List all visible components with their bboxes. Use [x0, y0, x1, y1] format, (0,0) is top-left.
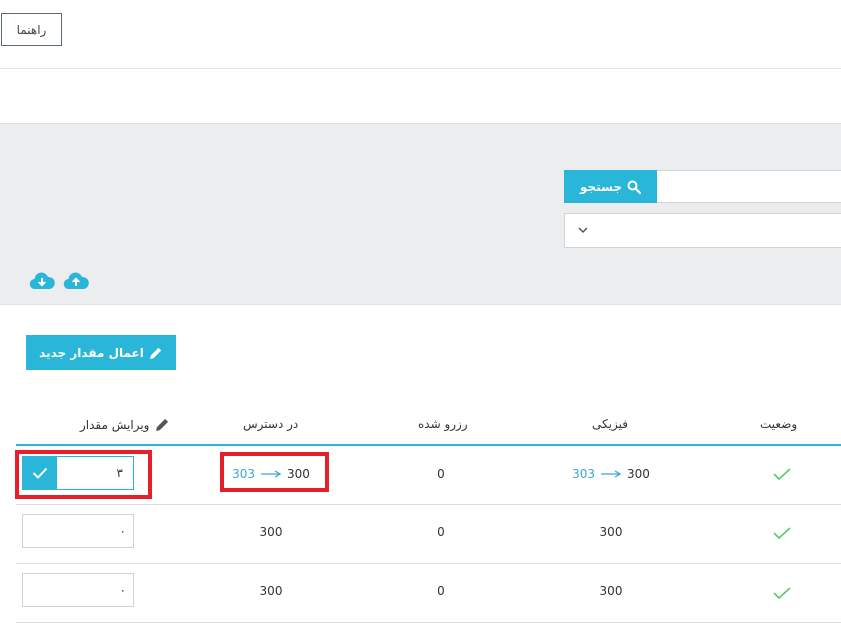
pencil-icon: [149, 347, 162, 359]
top-divider: [0, 68, 841, 69]
cloud-upload-icon[interactable]: [63, 272, 89, 290]
check-icon: [773, 527, 791, 540]
cloud-download-icon[interactable]: [29, 272, 55, 290]
physical-value: 300: [599, 525, 623, 539]
quantity-input[interactable]: [23, 574, 133, 606]
check-icon: [773, 587, 791, 600]
header-available: در دسترس: [243, 417, 299, 431]
filter-select[interactable]: [564, 213, 841, 248]
highlight-box: [15, 450, 152, 499]
search-icon: [627, 180, 641, 194]
physical-old-value: 300: [627, 467, 650, 481]
header-reserved: رزرو شده: [418, 417, 468, 431]
physical-change: 303 300: [572, 467, 650, 481]
quantity-input[interactable]: [23, 515, 133, 547]
quantity-editor: [22, 514, 134, 548]
search-button[interactable]: جستجو: [564, 170, 657, 203]
arrow-right-icon: [601, 470, 622, 478]
header-status: وضعیت: [760, 417, 798, 431]
row-divider: [16, 504, 841, 505]
check-icon: [773, 468, 791, 481]
physical-value: 300: [599, 584, 623, 598]
available-value: 300: [259, 525, 283, 539]
search-button-label: جستجو: [580, 179, 622, 194]
search-input[interactable]: [657, 170, 841, 203]
filter-panel: جستجو: [0, 123, 841, 305]
table-header-divider: [16, 444, 841, 446]
reserved-value: 0: [437, 584, 445, 598]
reserved-value: 0: [437, 525, 445, 539]
apply-new-value-label: اعمال مقدار جدید: [39, 345, 144, 360]
available-value: 300: [259, 584, 283, 598]
highlight-box: [220, 452, 329, 492]
quantity-editor: [22, 573, 134, 607]
reserved-value: 0: [437, 467, 445, 481]
header-physical: فیزیکی: [592, 417, 628, 431]
row-divider: [16, 622, 841, 623]
help-button[interactable]: راهنما: [1, 13, 62, 46]
pencil-icon: [156, 418, 169, 431]
header-edit-quantity-label: ویرایش مقدار: [80, 417, 150, 432]
physical-new-value: 303: [572, 467, 595, 481]
row-divider: [16, 563, 841, 564]
apply-new-value-button[interactable]: اعمال مقدار جدید: [26, 335, 176, 370]
header-edit-quantity: ویرایش مقدار: [80, 417, 170, 432]
chevron-down-icon: [578, 227, 588, 234]
